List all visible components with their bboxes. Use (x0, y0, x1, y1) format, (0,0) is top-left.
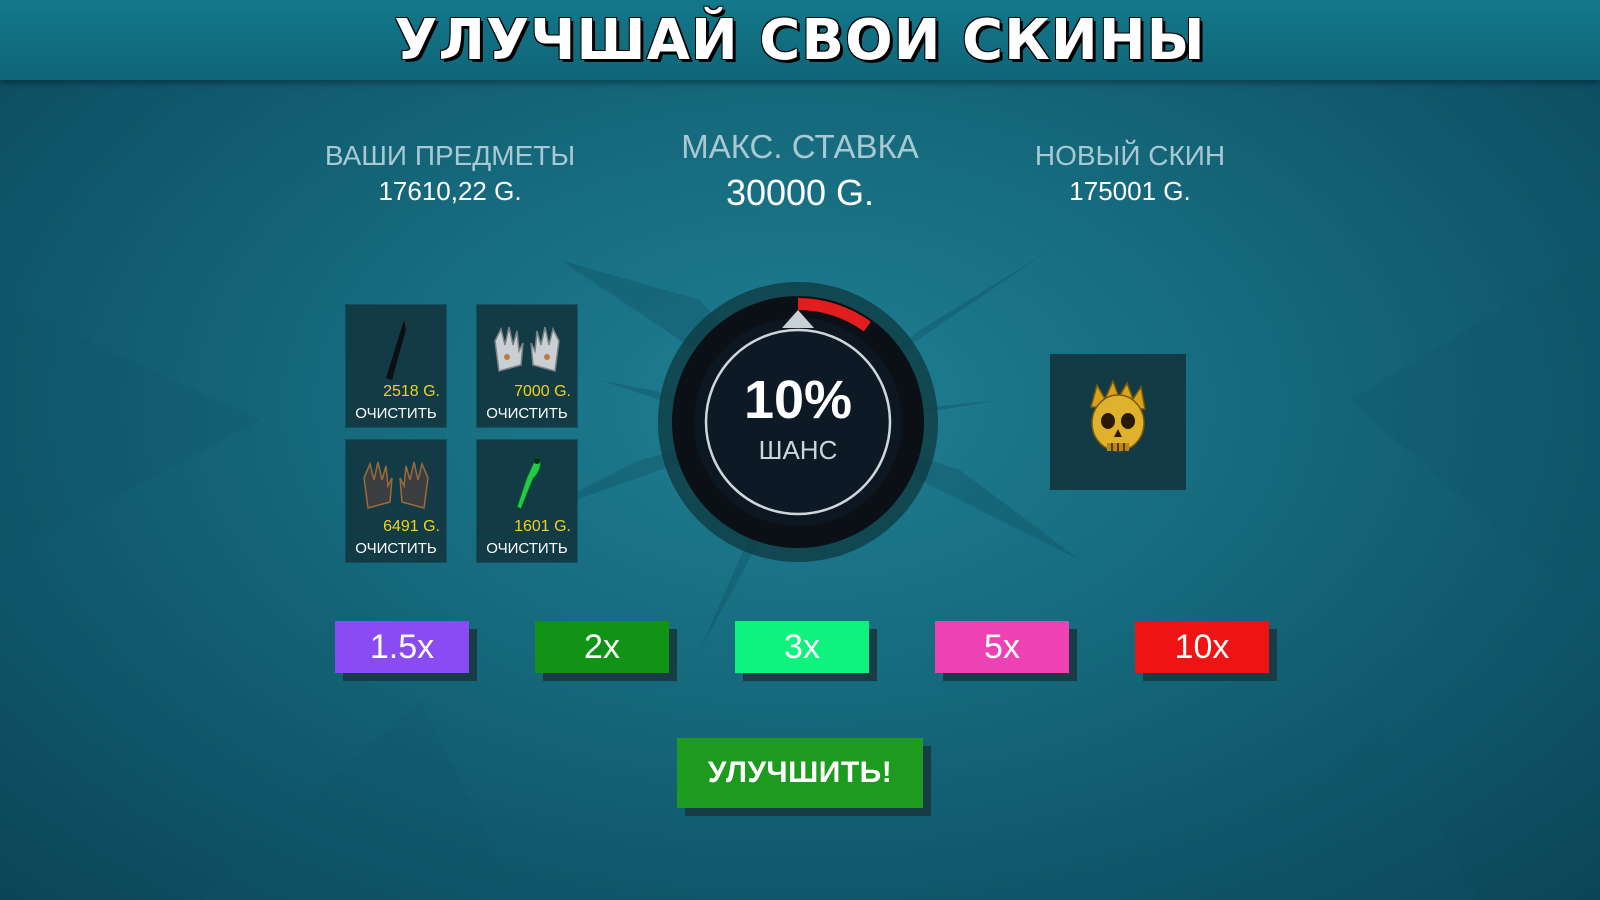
max-bet-value: 30000 G. (725, 172, 875, 213)
item-price: 6491 G. (383, 518, 440, 535)
new-skin-value: 175001 G. (1069, 176, 1191, 206)
target-skin-slot[interactable] (1050, 354, 1186, 490)
multiplier-1-5x-button[interactable]: 1.5x (335, 621, 469, 673)
chance-wheel: 10% ШАНС (658, 282, 938, 562)
green-knife-icon (477, 448, 577, 524)
golden-skull-icon (1090, 379, 1146, 452)
multiplier-2x-button[interactable]: 2x (535, 621, 669, 673)
dark-gloves-icon (346, 448, 446, 524)
multiplier-10x-button[interactable]: 10x (1135, 621, 1269, 673)
your-items-label: ВАШИ ПРЕДМЕТЫ (324, 140, 576, 171)
item-price: 2518 G. (383, 383, 440, 400)
new-skin-label: НОВЫЙ СКИН (1034, 140, 1226, 171)
clear-button[interactable]: ОЧИСТИТЬ (477, 405, 577, 422)
new-skin-stat: НОВЫЙ СКИН 175001 G. (980, 140, 1280, 207)
item-price: 1601 G. (514, 518, 571, 535)
header-bar: УЛУЧШАЙ СВОИ СКИНЫ (0, 0, 1600, 80)
item-price: 7000 G. (514, 383, 571, 400)
page-title: УЛУЧШАЙ СВОИ СКИНЫ (394, 7, 1206, 73)
max-bet-stat: МАКС. СТАВКА 30000 G. (640, 128, 960, 214)
item-card-4[interactable]: 1601 G. ОЧИСТИТЬ (477, 440, 577, 562)
clear-button[interactable]: ОЧИСТИТЬ (346, 540, 446, 557)
item-card-2[interactable]: 7000 G. ОЧИСТИТЬ (477, 305, 577, 427)
chance-label: ШАНС (758, 434, 838, 465)
item-card-1[interactable]: 2518 G. ОЧИСТИТЬ (346, 305, 446, 427)
chance-value: 10% (743, 369, 853, 430)
multiplier-3x-button[interactable]: 3x (735, 621, 869, 673)
upgrade-button[interactable]: УЛУЧШИТЬ! (677, 738, 923, 808)
max-bet-label: МАКС. СТАВКА (681, 128, 919, 165)
clear-button[interactable]: ОЧИСТИТЬ (346, 405, 446, 422)
your-items-stat: ВАШИ ПРЕДМЕТЫ 17610,22 G. (300, 140, 600, 207)
black-knife-icon (346, 313, 446, 389)
your-items-value: 17610,22 G. (378, 176, 522, 206)
silver-gloves-icon (477, 313, 577, 389)
item-card-3[interactable]: 6491 G. ОЧИСТИТЬ (346, 440, 446, 562)
clear-button[interactable]: ОЧИСТИТЬ (477, 540, 577, 557)
multiplier-5x-button[interactable]: 5x (935, 621, 1069, 673)
